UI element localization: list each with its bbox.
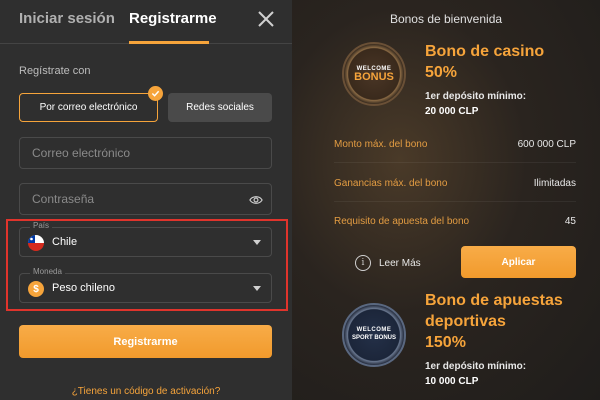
read-more-link[interactable]: i Leer Más (355, 254, 421, 272)
currency-select-value: Peso chileno (52, 282, 115, 294)
bonus-detail-value: 45 (564, 216, 576, 227)
divider (334, 162, 576, 163)
country-select[interactable]: País Chile (19, 221, 272, 257)
welcome-bonuses-panel: Bonos de bienvenida WELCOME BONUS Bono d… (292, 0, 600, 400)
info-icon: i (355, 255, 371, 271)
chile-flag-icon (28, 235, 44, 251)
casino-bonus-title: Bono de casino 50% (425, 41, 544, 83)
sport-bonus-title: Bono de apuestas deportivas 150% (425, 290, 563, 353)
eye-icon[interactable] (249, 193, 263, 207)
email-field[interactable] (20, 138, 271, 168)
method-social-label: Redes sociales (186, 102, 254, 113)
currency-select-label: Moneda (30, 267, 65, 276)
email-field-wrapper (19, 137, 272, 169)
read-more-label: Leer Más (379, 257, 421, 269)
checkmark-icon (148, 86, 163, 101)
register-with-label: Regístrate con (19, 65, 91, 77)
register-submit-button[interactable]: Registrarme (19, 325, 272, 358)
sport-bonus-badge-icon: WELCOME SPORT BONUS (342, 303, 406, 367)
sport-bonus-title-line3: 150% (425, 334, 466, 351)
method-social-button[interactable]: Redes sociales (168, 93, 272, 122)
close-icon[interactable] (257, 10, 275, 28)
sport-min-deposit-value: 10 000 CLP (425, 376, 479, 387)
activation-code-link[interactable]: ¿Tienes un código de activación? (0, 386, 292, 397)
currency-select[interactable]: Moneda $ Peso chileno (19, 267, 272, 303)
bonus-detail-value: Ilimitadas (533, 178, 576, 189)
registration-panel: Iniciar sesión Registrarme Regístrate co… (0, 0, 292, 400)
bonuses-title: Bonos de bienvenida (389, 12, 503, 26)
divider (334, 201, 576, 202)
apply-bonus-label: Aplicar (501, 256, 536, 268)
currency-coin-icon: $ (28, 281, 44, 297)
bonus-detail-label: Ganancias máx. del bono (334, 178, 448, 189)
apply-bonus-button[interactable]: Aplicar (461, 246, 576, 278)
sport-badge-main: SPORT BONUS (351, 334, 396, 341)
casino-bonus-title-line2: 50% (425, 64, 458, 81)
bonus-detail-label: Requisito de apuesta del bono (334, 216, 470, 227)
chevron-down-icon (253, 286, 261, 291)
method-email-label: Por correo electrónico (39, 102, 138, 113)
country-select-label: País (30, 221, 53, 230)
welcome-bonus-badge-icon: WELCOME BONUS (342, 42, 406, 106)
bonus-detail-label: Monto máx. del bono (334, 139, 428, 150)
casino-bonus-title-line1: Bono de casino (425, 43, 545, 60)
sport-bonus-title-line2: deportivas (425, 313, 506, 330)
casino-min-deposit-value: 20 000 CLP (425, 106, 479, 117)
bonus-detail-row: Ganancias máx. del bono Ilimitadas (334, 178, 576, 194)
tab-login[interactable]: Iniciar sesión (19, 10, 115, 27)
password-field[interactable] (20, 184, 271, 214)
bonus-detail-value: 600 000 CLP (517, 139, 576, 150)
bonus-detail-row: Monto máx. del bono 600 000 CLP (334, 139, 576, 155)
register-submit-label: Registrarme (113, 335, 178, 348)
auth-tabs: Iniciar sesión Registrarme (0, 0, 292, 44)
sport-min-deposit-label: 1er depósito mínimo: (425, 361, 527, 372)
casino-min-deposit-label: 1er depósito mínimo: (425, 91, 527, 102)
password-field-wrapper (19, 183, 272, 215)
sport-bonus-title-line1: Bono de apuestas (425, 292, 563, 309)
country-select-value: Chile (52, 236, 78, 248)
active-tab-indicator (129, 41, 209, 44)
casino-badge-main: BONUS (354, 70, 394, 83)
tab-register[interactable]: Registrarme (129, 10, 217, 27)
chevron-down-icon (253, 240, 261, 245)
method-email-button[interactable]: Por correo electrónico (19, 93, 158, 122)
bonus-detail-row: Requisito de apuesta del bono 45 (334, 216, 576, 232)
